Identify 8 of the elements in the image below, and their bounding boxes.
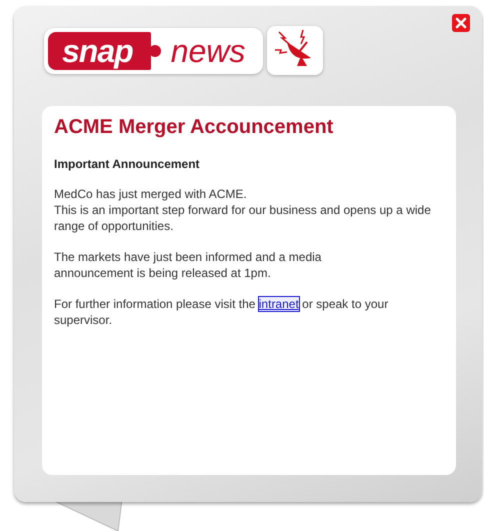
article-title: ACME Merger Accouncement — [54, 116, 334, 139]
paragraph: For further information please visit the intranet or speak to your supervisor. — [54, 296, 390, 328]
intranet-link[interactable]: intranet — [258, 297, 299, 311]
logo: snap news — [44, 28, 264, 74]
paragraph: The markets have just been informed and a media announcement is being released at 1pm. — [54, 249, 322, 281]
article-subtitle: Important Announcement — [54, 157, 201, 171]
close-button[interactable] — [452, 14, 470, 32]
paragraph: MedCo has just merged with ACME. This is an important step forward for our business and opens up a wide range of opportunities. — [54, 186, 432, 234]
